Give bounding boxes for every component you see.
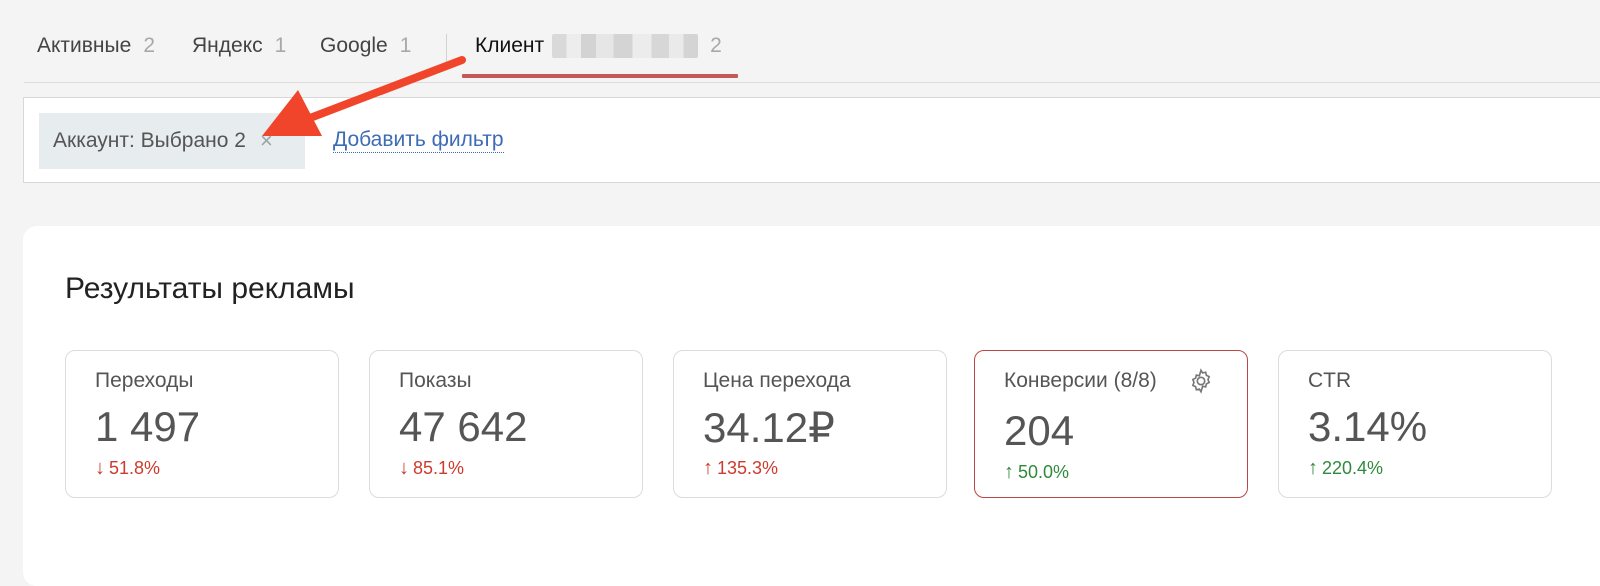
metric-label: Переходы bbox=[95, 369, 194, 392]
metric-label: Конверсии (8/8) bbox=[1004, 369, 1157, 392]
results-card: Результаты рекламы Переходы 1 497 ↓ 51.8%… bbox=[23, 226, 1600, 586]
add-filter-link[interactable]: Добавить фильтр bbox=[333, 128, 504, 153]
redacted-client-name bbox=[552, 34, 699, 59]
metric-delta: ↓ 51.8% bbox=[95, 457, 160, 480]
tab-client[interactable]: Клиент 2 bbox=[475, 34, 722, 64]
arrow-down-icon: ↓ bbox=[399, 457, 409, 479]
metric-value: 204 bbox=[1004, 407, 1075, 454]
filter-chip-account[interactable]: Аккаунт: Выбрано 2 × bbox=[39, 113, 305, 169]
arrow-up-icon: ↑ bbox=[1004, 461, 1014, 483]
metric-delta-value: 51.8% bbox=[109, 458, 161, 478]
metric-card-conversions[interactable]: Конверсии (8/8) 204 ↑ 50.0% bbox=[974, 350, 1248, 498]
tab-label: Google bbox=[320, 34, 388, 57]
metric-label: CTR bbox=[1308, 369, 1352, 392]
section-title: Результаты рекламы bbox=[65, 272, 355, 305]
tab-count: 1 bbox=[399, 34, 412, 57]
tab-google[interactable]: Google 1 bbox=[320, 34, 411, 64]
filter-chip-label: Аккаунт: Выбрано 2 bbox=[53, 129, 246, 152]
metric-delta: ↓ 85.1% bbox=[399, 457, 464, 480]
tab-yandex[interactable]: Яндекс 1 bbox=[192, 34, 286, 64]
metric-value: 34.12₽ bbox=[703, 404, 835, 451]
tab-active[interactable]: Активные 2 bbox=[37, 34, 155, 64]
metric-delta: ↑ 135.3% bbox=[703, 457, 778, 480]
arrow-up-icon: ↑ bbox=[1308, 457, 1318, 479]
active-tab-indicator bbox=[462, 74, 738, 78]
tab-label: Активные bbox=[37, 34, 132, 57]
metric-delta-value: 85.1% bbox=[413, 458, 465, 478]
metric-delta: ↑ 220.4% bbox=[1308, 457, 1383, 480]
metric-label: Показы bbox=[399, 369, 472, 392]
metric-delta: ↑ 50.0% bbox=[1004, 461, 1069, 484]
tab-count: 2 bbox=[710, 34, 722, 57]
metric-card-impressions[interactable]: Показы 47 642 ↓ 85.1% bbox=[369, 350, 643, 498]
metric-card-clicks[interactable]: Переходы 1 497 ↓ 51.8% bbox=[65, 350, 339, 498]
tab-label: Клиент bbox=[475, 34, 545, 57]
metric-delta-value: 50.0% bbox=[1018, 462, 1070, 482]
filter-bar: Аккаунт: Выбрано 2 × Добавить фильтр bbox=[23, 97, 1600, 183]
tab-bar: Активные 2 Яндекс 1 Google 1 Клиент 2 bbox=[24, 0, 1600, 83]
tab-label: Яндекс bbox=[192, 34, 263, 57]
metric-value: 3.14% bbox=[1308, 403, 1428, 450]
metric-delta-value: 220.4% bbox=[1322, 458, 1384, 478]
metric-card-cost-per-click[interactable]: Цена перехода 34.12₽ ↑ 135.3% bbox=[673, 350, 947, 498]
tab-count: 2 bbox=[143, 34, 155, 57]
close-icon[interactable]: × bbox=[260, 128, 273, 154]
tab-separator bbox=[446, 34, 447, 64]
metric-label: Цена перехода bbox=[703, 369, 851, 392]
metric-card-ctr[interactable]: CTR 3.14% ↑ 220.4% bbox=[1278, 350, 1552, 498]
metric-value: 47 642 bbox=[399, 403, 528, 450]
metric-value: 1 497 bbox=[95, 403, 201, 450]
arrow-up-icon: ↑ bbox=[703, 457, 713, 479]
metric-delta-value: 135.3% bbox=[717, 458, 779, 478]
arrow-down-icon: ↓ bbox=[95, 457, 105, 479]
gear-icon[interactable] bbox=[1187, 367, 1215, 395]
tab-count: 1 bbox=[274, 34, 287, 57]
